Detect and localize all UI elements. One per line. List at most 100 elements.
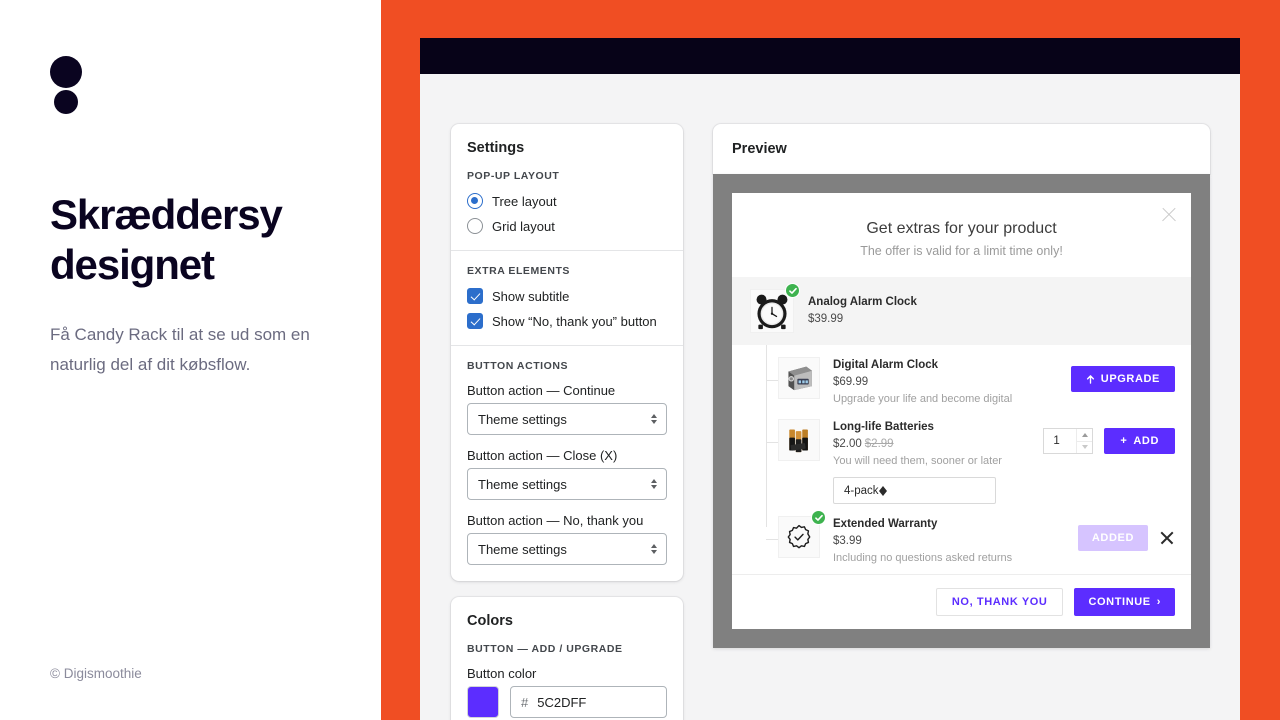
popup-title: Get extras for your product [866, 220, 1057, 237]
offer-main: Extended Warranty $3.99 Including no que… [778, 510, 1078, 566]
radio-icon-selected[interactable] [467, 193, 483, 209]
quantity-decrement-button[interactable] [1077, 442, 1092, 454]
offer-actions: ADDED [1077, 516, 1175, 551]
offer-row-digital-alarm-clock: Digital Alarm Clock $69.99 Upgrade your … [732, 351, 1191, 413]
button-actions-label: BUTTON ACTIONS [467, 360, 569, 372]
offer-name: Long-life Batteries [833, 421, 934, 433]
logo-dot-large [50, 56, 82, 88]
preview-column: Preview Get extras for your product The … [713, 124, 1210, 648]
added-button: ADDED [1077, 525, 1148, 551]
plus-icon: + [1120, 435, 1128, 447]
offer-main: Digital Alarm Clock $69.99 Upgrade your … [778, 357, 1071, 407]
checkbox-icon-checked[interactable] [467, 288, 483, 304]
chevron-updown-icon [651, 414, 657, 424]
offer-actions: 1 + ADD [1043, 419, 1175, 454]
batteries-icon [789, 429, 808, 453]
parent-product-info: Analog Alarm Clock $39.99 [808, 295, 917, 327]
promo-title-line1: Skræddersy [50, 191, 283, 238]
offer-price: $69.99 [833, 376, 869, 388]
quantity-stepper[interactable]: 1 [1043, 428, 1094, 454]
field-label-button-color: Button color [467, 666, 537, 681]
quantity-value: 1 [1053, 435, 1060, 447]
warranty-seal-icon [787, 524, 811, 549]
promo-subtitle: Få Candy Rack til at se ud som en naturl… [50, 325, 310, 374]
field-label-close: Button action — Close (X) [467, 448, 618, 463]
select-value-close: Theme settings [478, 476, 567, 492]
radio-tree-layout[interactable]: Tree layout [467, 193, 667, 209]
add-button[interactable]: + ADD [1104, 428, 1175, 454]
quantity-stepper-buttons[interactable] [1076, 429, 1093, 454]
offer-description: You will need them, sooner or later [833, 455, 1002, 467]
field-label-continue: Button action — Continue [467, 383, 616, 398]
extra-elements-section: EXTRA ELEMENTS Show subtitle Show “No, t… [451, 250, 683, 345]
popup-footer: NO, THANK YOU CONTINUE › [732, 574, 1191, 629]
variant-select-batteries[interactable]: 4-pack [833, 477, 996, 504]
upgrade-button-label: UPGRADE [1100, 373, 1160, 385]
preview-device-frame: Get extras for your product The offer is… [713, 174, 1210, 648]
no-thank-you-button[interactable]: NO, THANK YOU [935, 588, 1064, 616]
color-swatch-button[interactable] [467, 686, 499, 718]
radio-grid-layout[interactable]: Grid layout [467, 218, 667, 234]
promo-title-line2: designet [50, 241, 215, 288]
offer-main: Long-life Batteries $2.00 $2.99 You will … [778, 419, 1043, 504]
check-badge-icon [785, 283, 800, 298]
offer-name: Extended Warranty [833, 518, 938, 530]
select-button-action-close[interactable]: Theme settings [467, 468, 667, 500]
remove-offer-icon[interactable] [1159, 530, 1175, 546]
settings-card: Settings POP-UP LAYOUT Tree layout Grid … [451, 124, 683, 581]
close-icon[interactable] [1160, 206, 1178, 224]
popup-layout-section: POP-UP LAYOUT Tree layout Grid layout [451, 156, 683, 250]
continue-label: CONTINUE [1088, 596, 1151, 608]
offer-description: Upgrade your life and become digital [833, 393, 1013, 405]
checkbox-show-no-thank-you[interactable]: Show “No, thank you” button [467, 313, 667, 329]
offer-info: Long-life Batteries $2.00 $2.99 You will … [833, 419, 1002, 504]
offer-description: Including no questions asked returns [833, 552, 1013, 564]
radio-icon-unselected[interactable] [467, 218, 483, 234]
quantity-increment-button[interactable] [1077, 429, 1093, 442]
digital-alarm-clock-image [778, 357, 820, 399]
window-body: Settings POP-UP LAYOUT Tree layout Grid … [420, 74, 1240, 720]
select-button-action-continue[interactable]: Theme settings [467, 403, 667, 435]
offer-info: Digital Alarm Clock $69.99 Upgrade your … [833, 357, 1012, 407]
hex-input-button-color[interactable]: # 5C2DFF [510, 686, 667, 718]
select-button-action-no-thank-you[interactable]: Theme settings [467, 533, 667, 565]
arrow-up-icon [1086, 374, 1094, 384]
popup-header: Get extras for your product The offer is… [732, 193, 1191, 277]
offer-price: $2.00 $2.99 [833, 436, 1002, 452]
offer-price-current: $2.00 [833, 438, 862, 450]
radio-grid-layout-label: Grid layout [492, 218, 555, 234]
offer-price: $3.99 [833, 535, 862, 547]
checkbox-show-no-thank-you-label: Show “No, thank you” button [492, 313, 657, 329]
checkbox-icon-checked[interactable] [467, 313, 483, 329]
app-window: Settings POP-UP LAYOUT Tree layout Grid … [420, 38, 1240, 720]
upgrade-button[interactable]: UPGRADE [1070, 366, 1175, 392]
popup-layout-label: POP-UP LAYOUT [467, 170, 560, 182]
field-label-no-thank-you: Button action — No, thank you [467, 513, 644, 528]
promo-title: Skræddersy designet [50, 190, 350, 290]
check-badge-icon [811, 510, 826, 525]
no-thank-you-label: NO, THANK YOU [951, 596, 1048, 608]
offer-thumb-wrap [778, 419, 820, 461]
hash-symbol: # [521, 694, 529, 710]
select-value-continue: Theme settings [478, 411, 567, 427]
offer-row-extended-warranty: Extended Warranty $3.99 Including no que… [732, 510, 1191, 572]
continue-button[interactable]: CONTINUE › [1074, 588, 1175, 616]
offer-price-compare: $2.99 [864, 438, 894, 450]
button-actions-section: BUTTON ACTIONS Button action — Continue … [451, 345, 683, 581]
select-value-no-thank-you: Theme settings [478, 541, 567, 557]
added-button-label: ADDED [1091, 532, 1134, 544]
colors-card-title: Colors [467, 613, 513, 629]
settings-column: Settings POP-UP LAYOUT Tree layout Grid … [451, 124, 683, 720]
field-button-color: Button color # 5C2DFF [467, 666, 667, 718]
field-button-action-close: Button action — Close (X) Theme settings [467, 448, 667, 500]
promo-copyright: © Digismoothie [50, 666, 142, 681]
parent-product-thumb-wrap [750, 283, 800, 333]
checkbox-show-subtitle[interactable]: Show subtitle [467, 288, 667, 304]
parent-product-price: $39.99 [808, 313, 844, 325]
colors-card: Colors BUTTON — ADD / UPGRADE Button col… [451, 597, 683, 720]
candy-rack-popup: Get extras for your product The offer is… [732, 193, 1191, 629]
checkbox-show-subtitle-label: Show subtitle [492, 288, 570, 304]
extra-elements-label: EXTRA ELEMENTS [467, 265, 570, 277]
alarm-clock-icon [756, 294, 788, 330]
chevron-right-icon: › [1156, 596, 1161, 608]
